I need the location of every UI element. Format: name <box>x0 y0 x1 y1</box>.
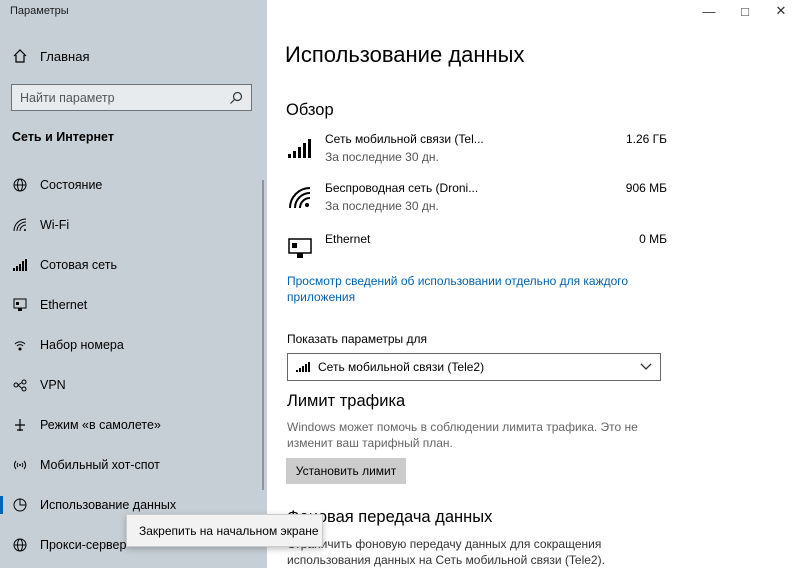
airplane-icon <box>12 417 28 433</box>
page-title: Использование данных <box>285 42 525 67</box>
sidebar-item-label: Состояние <box>40 178 103 192</box>
sidebar-item-airplane[interactable]: Режим «в самолете» <box>0 405 267 445</box>
sidebar-item-ethernet[interactable]: Ethernet <box>0 285 267 325</box>
data-usage-icon <box>12 497 28 513</box>
section-title: Сеть и Интернет <box>12 130 114 144</box>
search-placeholder: Найти параметр <box>20 90 115 105</box>
search-icon <box>230 91 243 104</box>
cellular-icon <box>288 139 311 158</box>
minimize-button[interactable]: — <box>691 0 727 22</box>
minimize-icon: — <box>702 3 716 19</box>
sidebar-item-label: Режим «в самолете» <box>40 418 161 432</box>
usage-name: Ethernet <box>325 232 371 246</box>
home-label: Главная <box>40 48 90 64</box>
cellular-icon <box>296 362 310 372</box>
ethernet-icon <box>12 297 28 313</box>
close-button[interactable]: ✕ <box>763 0 799 22</box>
close-icon: ✕ <box>775 3 787 18</box>
usage-period: За последние 30 дн. <box>325 150 439 164</box>
search-input[interactable]: Найти параметр <box>11 84 252 111</box>
usage-name: Сеть мобильной связи (Tel... <box>325 132 484 146</box>
globe-icon <box>12 177 28 193</box>
network-select-value: Сеть мобильной связи (Tele2) <box>318 360 485 374</box>
set-limit-button[interactable]: Установить лимит <box>286 458 406 484</box>
window-controls: — □ ✕ <box>691 0 799 22</box>
sidebar-item-label: Сотовая сеть <box>40 258 117 272</box>
usage-value: 1.26 ГБ <box>625 132 667 146</box>
usage-row-ethernet: Ethernet 0 МБ <box>287 232 667 272</box>
background-data-description: Ограничить фоновую передачу данных для с… <box>287 537 605 567</box>
sidebar-item-hotspot[interactable]: Мобильный хот-спот <box>0 445 267 485</box>
network-select[interactable]: Сеть мобильной связи (Tele2) <box>287 353 661 381</box>
cellular-icon <box>12 257 28 273</box>
details-link[interactable]: Просмотр сведений об использовании отдел… <box>287 273 637 305</box>
usage-row-cellular: Сеть мобильной связи (Tel... За последни… <box>287 132 667 172</box>
sidebar-item-label: Прокси-сервер <box>40 538 127 552</box>
ethernet-icon <box>288 238 312 258</box>
usage-period: За последние 30 дн. <box>325 199 439 213</box>
home-nav-item[interactable]: Главная <box>12 48 89 64</box>
overview-title: Обзор <box>286 101 334 119</box>
nav-list: Состояние Wi-Fi Сотовая сеть Ethernet На… <box>0 165 267 565</box>
hotspot-icon <box>12 457 28 473</box>
sidebar-item-status[interactable]: Состояние <box>0 165 267 205</box>
dialup-icon <box>12 337 28 353</box>
usage-row-wifi: Беспроводная сеть (Droni... За последние… <box>287 181 667 221</box>
sidebar-item-label: Ethernet <box>40 298 88 312</box>
sidebar: Параметры Главная Найти параметр Сеть и … <box>0 0 267 568</box>
pin-to-start-menu-item[interactable]: Закрепить на начальном экране <box>126 514 323 547</box>
sidebar-item-label: Мобильный хот-спот <box>40 458 160 472</box>
sidebar-item-vpn[interactable]: VPN <box>0 365 267 405</box>
sidebar-item-label: Набор номера <box>40 338 124 352</box>
limit-title: Лимит трафика <box>287 392 406 410</box>
wifi-icon <box>289 187 311 209</box>
sidebar-item-label: Использование данных <box>40 498 177 512</box>
sidebar-scrollbar[interactable] <box>262 180 264 490</box>
sidebar-item-label: VPN <box>40 378 66 392</box>
sidebar-item-label: Wi-Fi <box>40 218 70 232</box>
show-for-label: Показать параметры для <box>287 332 428 346</box>
sidebar-item-cellular[interactable]: Сотовая сеть <box>0 245 267 285</box>
maximize-button[interactable]: □ <box>727 0 763 22</box>
usage-name: Беспроводная сеть (Droni... <box>325 181 479 195</box>
maximize-icon: □ <box>741 3 749 19</box>
wifi-icon <box>12 217 28 233</box>
vpn-icon <box>12 377 28 393</box>
globe-icon <box>12 537 28 553</box>
chevron-down-icon <box>640 363 652 370</box>
main-panel: — □ ✕ Использование данных Обзор Сеть мо… <box>267 0 799 568</box>
sidebar-item-dialup[interactable]: Набор номера <box>0 325 267 365</box>
limit-description: Windows может помочь в соблюдении лимита… <box>287 420 638 450</box>
usage-value: 0 МБ <box>639 232 667 246</box>
app-title: Параметры <box>10 5 69 17</box>
sidebar-item-wifi[interactable]: Wi-Fi <box>0 205 267 245</box>
usage-value: 906 МБ <box>625 181 667 195</box>
home-icon <box>13 49 27 63</box>
